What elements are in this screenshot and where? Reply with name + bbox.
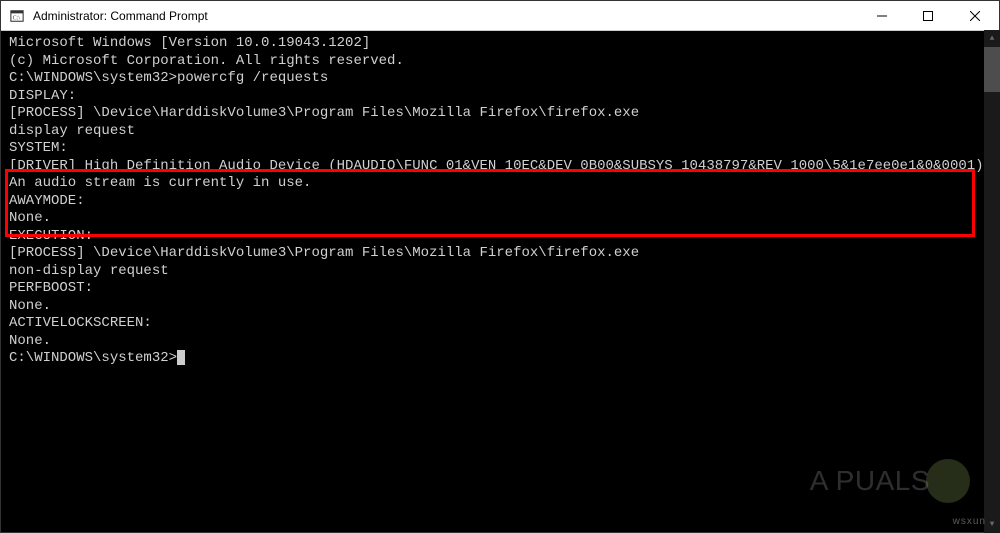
terminal-line: [DRIVER] High Definition Audio Device (H… [9, 158, 991, 176]
terminal-area[interactable]: Microsoft Windows [Version 10.0.19043.12… [1, 31, 999, 532]
scroll-down-icon[interactable]: ▼ [984, 516, 1000, 533]
maximize-button[interactable] [905, 1, 951, 30]
scrollbar-track[interactable]: ▲ ▼ [984, 30, 1000, 533]
window-controls [859, 1, 999, 30]
footer-mark: wsxun [953, 516, 986, 527]
terminal-line: (c) Microsoft Corporation. All rights re… [9, 53, 991, 71]
terminal-line: AWAYMODE: [9, 193, 991, 211]
terminal-line: ACTIVELOCKSCREEN: [9, 315, 991, 333]
cursor-icon [177, 350, 185, 365]
scrollbar-thumb[interactable] [984, 47, 1000, 92]
terminal-line: Microsoft Windows [Version 10.0.19043.12… [9, 35, 991, 53]
scroll-up-icon[interactable]: ▲ [984, 30, 1000, 47]
terminal-line: C:\WINDOWS\system32> [9, 350, 991, 368]
terminal-line: EXECUTION: [9, 228, 991, 246]
terminal-line: None. [9, 333, 991, 351]
terminal-line: None. [9, 298, 991, 316]
minimize-button[interactable] [859, 1, 905, 30]
terminal-line: non-display request [9, 263, 991, 281]
terminal-line: [PROCESS] \Device\HarddiskVolume3\Progra… [9, 245, 991, 263]
terminal-line: PERFBOOST: [9, 280, 991, 298]
terminal-line: DISPLAY: [9, 88, 991, 106]
titlebar[interactable]: C:\ Administrator: Command Prompt [1, 1, 999, 31]
svg-text:C:\: C:\ [13, 15, 21, 21]
terminal-line: None. [9, 210, 991, 228]
terminal-output: Microsoft Windows [Version 10.0.19043.12… [9, 35, 991, 368]
terminal-line: [PROCESS] \Device\HarddiskVolume3\Progra… [9, 105, 991, 123]
window-title: Administrator: Command Prompt [31, 9, 859, 23]
command-prompt-window: C:\ Administrator: Command Prompt Micros… [0, 0, 1000, 533]
terminal-line: SYSTEM: [9, 140, 991, 158]
close-button[interactable] [951, 1, 999, 30]
terminal-line: C:\WINDOWS\system32>powercfg /requests [9, 70, 991, 88]
cmd-icon: C:\ [9, 8, 25, 24]
terminal-line: An audio stream is currently in use. [9, 175, 991, 193]
terminal-line: display request [9, 123, 991, 141]
